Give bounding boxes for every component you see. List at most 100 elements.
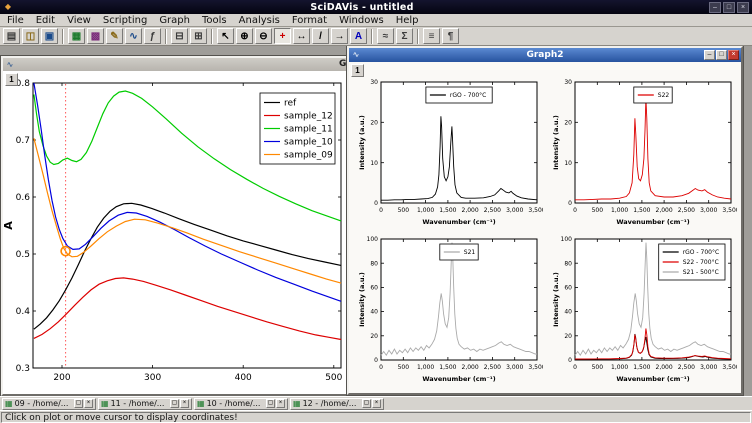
svg-text:sample_11: sample_11 xyxy=(284,125,333,135)
graph2-close-button[interactable]: × xyxy=(728,50,739,60)
svg-text:3,500: 3,500 xyxy=(528,207,543,214)
svg-text:1,500: 1,500 xyxy=(439,207,456,214)
graph2-minimize-button[interactable]: – xyxy=(704,50,715,60)
raman-chart-combined[interactable]: 05001,0001,5002,0002,5003,0003,500020406… xyxy=(551,234,737,384)
tab-close-button[interactable]: × xyxy=(180,399,189,408)
menu-file[interactable]: File xyxy=(4,15,30,26)
menu-analysis[interactable]: Analysis xyxy=(233,15,286,26)
window-title: SciDAVis - untitled xyxy=(17,2,707,13)
new-graph-icon: ∿ xyxy=(129,31,137,42)
new-note-icon: ✎ xyxy=(110,31,118,42)
new-table-button[interactable]: ▦ xyxy=(68,28,85,44)
raman-chart-rgo[interactable]: 05001,0001,5002,0002,5003,0003,500010203… xyxy=(357,77,543,227)
table-icon: ▦ xyxy=(293,399,301,408)
results-log-icon: ¶ xyxy=(448,31,454,42)
svg-text:Intensity (a.u.): Intensity (a.u.) xyxy=(358,115,366,170)
menu-scripting[interactable]: Scripting xyxy=(97,15,153,26)
svg-text:S21: S21 xyxy=(464,249,476,256)
maximize-button[interactable]: □ xyxy=(723,2,735,13)
svg-text:300: 300 xyxy=(144,373,161,383)
new-matrix-icon: ▩ xyxy=(91,31,100,42)
curve-fit-button[interactable]: ≈ xyxy=(377,28,394,44)
new-graph-button[interactable]: ∿ xyxy=(125,28,142,44)
menu-edit[interactable]: Edit xyxy=(30,15,61,26)
tab-close-button[interactable]: × xyxy=(372,399,381,408)
graph1-titlebar[interactable]: ∿ Graph1 xyxy=(3,58,347,71)
data-reader-button[interactable]: + xyxy=(274,28,291,44)
tab-close-button[interactable]: × xyxy=(276,399,285,408)
print-button[interactable]: ⊟ xyxy=(171,28,188,44)
menu-help[interactable]: Help xyxy=(390,15,425,26)
tab-restore-button[interactable]: ▢ xyxy=(74,399,83,408)
results-log-button[interactable]: ¶ xyxy=(442,28,459,44)
minimize-button[interactable]: – xyxy=(709,2,721,13)
svg-text:0: 0 xyxy=(568,200,572,207)
svg-text:3,000: 3,000 xyxy=(700,364,717,371)
svg-text:30: 30 xyxy=(564,79,572,86)
open-project-button[interactable]: ◫ xyxy=(22,28,39,44)
svg-text:sample_10: sample_10 xyxy=(284,138,333,148)
draw-line-button[interactable]: / xyxy=(312,28,329,44)
zoom-in-button[interactable]: ⊕ xyxy=(236,28,253,44)
menu-tools[interactable]: Tools xyxy=(196,15,233,26)
taskbar-tab-11[interactable]: ▦11 - /home/...▢× xyxy=(98,398,192,410)
new-note-button[interactable]: ✎ xyxy=(106,28,123,44)
menu-view[interactable]: View xyxy=(61,15,97,26)
svg-text:1,000: 1,000 xyxy=(611,364,628,371)
graph2-titlebar[interactable]: ∿ Graph2 – □ × xyxy=(349,48,741,62)
svg-text:Intensity (a.u.): Intensity (a.u.) xyxy=(552,115,560,170)
toolbar: ▤◫▣ ▦ ▩ ✎ ∿ ƒ ⊟⊞ ↖⊕⊖ + ↔ /→A ≈Σ ≡ ¶ xyxy=(0,27,752,46)
svg-text:20: 20 xyxy=(370,119,378,126)
svg-text:500: 500 xyxy=(592,207,604,214)
graph1-content: 1 2003004005000.30.40.50.60.70.8refsampl… xyxy=(3,71,347,394)
svg-text:3,500: 3,500 xyxy=(722,207,737,214)
pointer-button[interactable]: ↖ xyxy=(217,28,234,44)
add-text-button[interactable]: A xyxy=(350,28,367,44)
add-arrow-button[interactable]: → xyxy=(331,28,348,44)
svg-text:0.4: 0.4 xyxy=(16,307,31,317)
taskbar-tab-09[interactable]: ▦09 - /home/...▢× xyxy=(2,398,96,410)
graph2-window[interactable]: ∿ Graph2 – □ × 1 05001,0001,5002,0002,50… xyxy=(347,46,743,395)
menu-format[interactable]: Format xyxy=(286,15,333,26)
tab-close-button[interactable]: × xyxy=(84,399,93,408)
graph2-layer-1-button[interactable]: 1 xyxy=(351,64,364,77)
svg-text:1,000: 1,000 xyxy=(611,207,628,214)
column-statistics-button[interactable]: Σ xyxy=(396,28,413,44)
save-project-button[interactable]: ▣ xyxy=(41,28,58,44)
graph1-window[interactable]: ∿ Graph1 1 2003004005000.30.40.50.60.70.… xyxy=(1,56,349,396)
svg-text:0: 0 xyxy=(573,207,577,214)
taskbar-tab-10[interactable]: ▦10 - /home/...▢× xyxy=(194,398,288,410)
select-range-icon: ↔ xyxy=(297,31,307,42)
main-titlebar[interactable]: ◆ SciDAVis - untitled – □ × xyxy=(0,0,752,14)
new-project-button[interactable]: ▤ xyxy=(3,28,20,44)
absorbance-chart[interactable]: 2003004005000.30.40.50.60.70.8refsample_… xyxy=(3,71,347,394)
graph1-layer-1-button[interactable]: 1 xyxy=(5,73,18,86)
svg-text:Wavenumber (cm⁻¹): Wavenumber (cm⁻¹) xyxy=(422,375,495,383)
menu-graph[interactable]: Graph xyxy=(153,15,196,26)
tab-restore-button[interactable]: ▢ xyxy=(170,399,179,408)
new-matrix-button[interactable]: ▩ xyxy=(87,28,104,44)
svg-text:60: 60 xyxy=(564,285,572,292)
add-layer-button[interactable]: ⊞ xyxy=(190,28,207,44)
raman-chart-s22[interactable]: 05001,0001,5002,0002,5003,0003,500010203… xyxy=(551,77,737,227)
project-explorer-button[interactable]: ≡ xyxy=(423,28,440,44)
svg-text:3,500: 3,500 xyxy=(722,364,737,371)
svg-text:3,000: 3,000 xyxy=(700,207,717,214)
graph2-layer-grid: 05001,0001,5002,0002,5003,0003,500010203… xyxy=(357,77,737,384)
graph2-maximize-button[interactable]: □ xyxy=(716,50,727,60)
close-button[interactable]: × xyxy=(737,2,749,13)
tab-restore-button[interactable]: ▢ xyxy=(266,399,275,408)
svg-text:rGO - 700°C: rGO - 700°C xyxy=(450,92,486,99)
new-function-plot-button[interactable]: ƒ xyxy=(144,28,161,44)
raman-chart-s21[interactable]: 05001,0001,5002,0002,5003,0003,500020406… xyxy=(357,234,543,384)
data-reader-icon: + xyxy=(280,31,286,42)
menu-windows[interactable]: Windows xyxy=(333,15,390,26)
taskbar-tab-12[interactable]: ▦12 - /home/...▢× xyxy=(290,398,384,410)
zoom-out-button[interactable]: ⊖ xyxy=(255,28,272,44)
select-range-button[interactable]: ↔ xyxy=(293,28,310,44)
svg-text:1,500: 1,500 xyxy=(439,364,456,371)
svg-text:60: 60 xyxy=(370,285,378,292)
svg-text:2,000: 2,000 xyxy=(656,207,673,214)
svg-text:0: 0 xyxy=(379,364,383,371)
tab-restore-button[interactable]: ▢ xyxy=(362,399,371,408)
